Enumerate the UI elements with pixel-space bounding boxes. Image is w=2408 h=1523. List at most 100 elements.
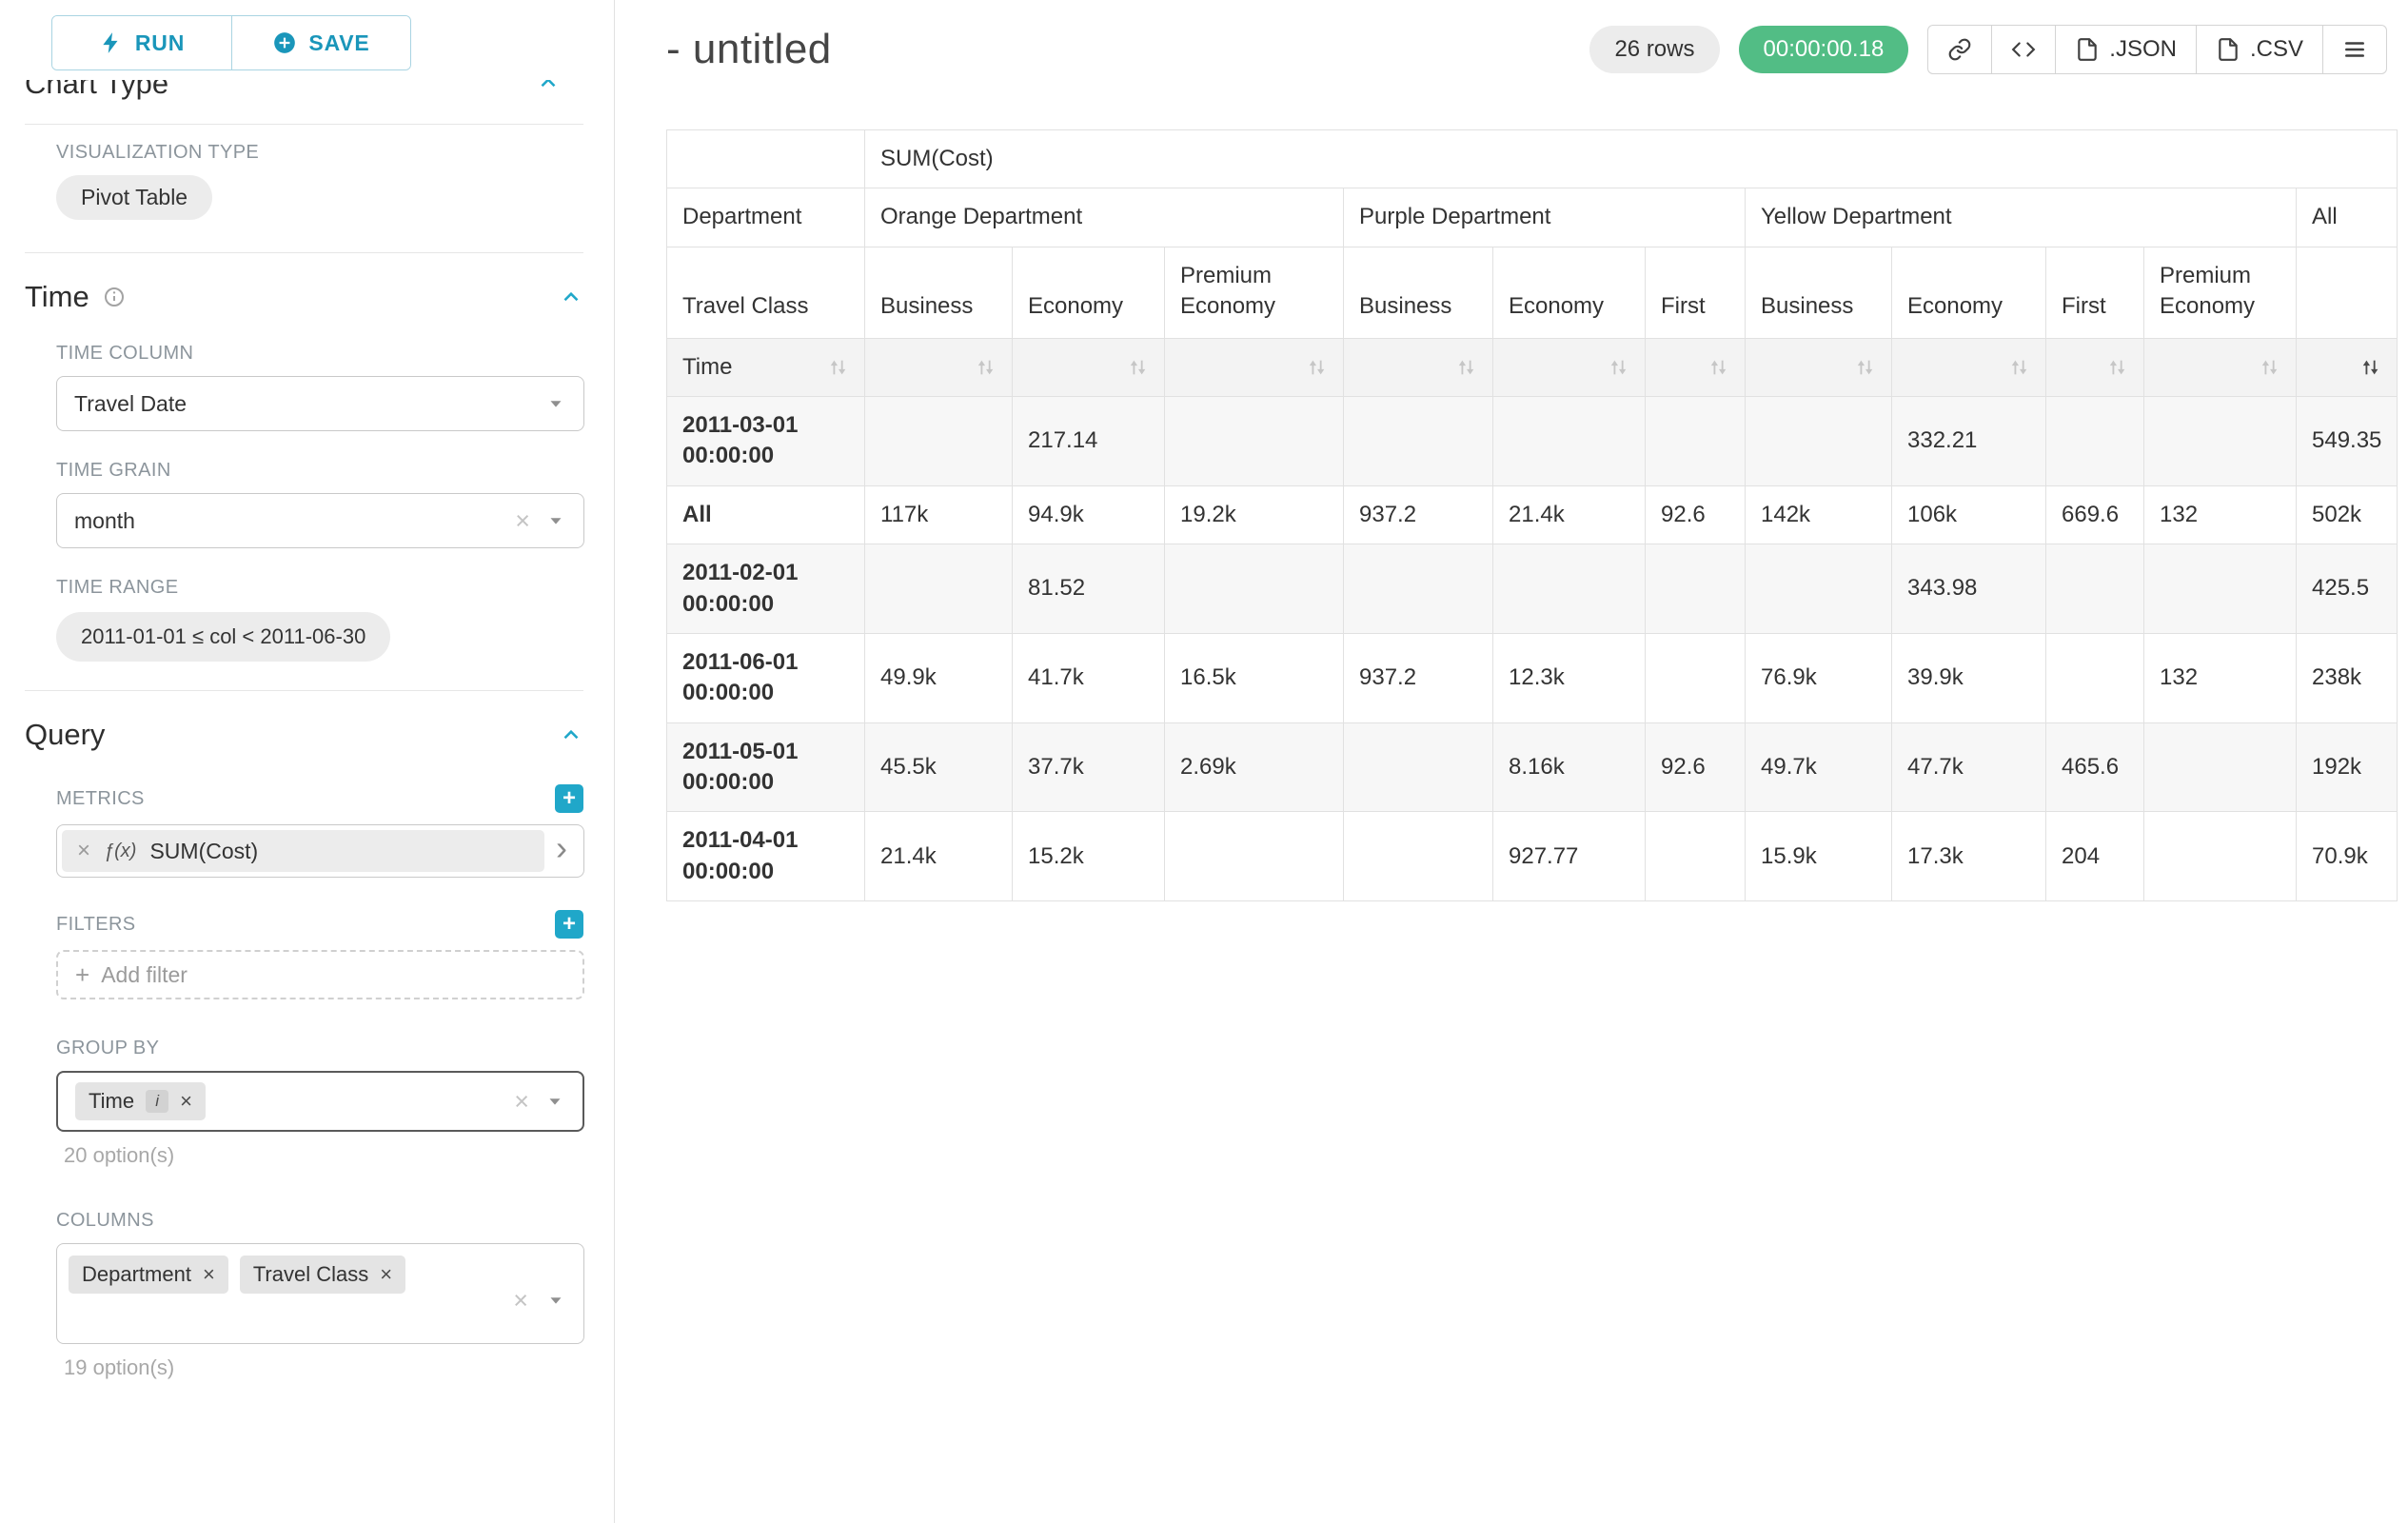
pivot-cell: 2.69k <box>1165 722 1344 812</box>
pivot-cell: 49.7k <box>1746 722 1892 812</box>
pivot-row: 2011-04-01 00:00:0021.4k15.2k927.7715.9k… <box>667 812 2398 901</box>
add-filter-plus-button[interactable]: + <box>555 910 583 939</box>
sort-icon[interactable] <box>1307 357 1328 378</box>
pivot-class-header: Economy <box>1892 247 2046 338</box>
remove-metric-icon[interactable]: × <box>77 840 90 862</box>
plus-icon: + <box>75 962 89 987</box>
pivot-row-header: 2011-02-01 00:00:00 <box>667 544 865 634</box>
pivot-cell <box>2046 633 2144 722</box>
columns-tag[interactable]: Travel Class × <box>240 1256 405 1294</box>
column-info-badge: i <box>146 1090 168 1113</box>
pivot-row: 2011-02-01 00:00:0081.52343.98425.5 <box>667 544 2398 634</box>
visualization-type-pill[interactable]: Pivot Table <box>56 175 212 220</box>
sort-icon[interactable] <box>2360 357 2381 378</box>
pivot-cell: 41.7k <box>1013 633 1165 722</box>
pivot-cell: 94.9k <box>1013 485 1165 544</box>
pivot-metric-header: SUM(Cost) <box>865 130 2398 188</box>
chevron-right-icon[interactable]: › <box>544 848 579 854</box>
sort-icon[interactable] <box>2107 357 2128 378</box>
pivot-department-label: Department <box>667 188 865 247</box>
chevron-up-icon[interactable] <box>536 80 561 95</box>
pivot-cell: 19.2k <box>1165 485 1344 544</box>
pivot-row-header: 2011-06-01 00:00:00 <box>667 633 865 722</box>
clear-icon[interactable]: × <box>515 508 530 534</box>
chart-title[interactable]: - untitled <box>666 26 832 73</box>
pivot-cell <box>1746 544 1892 634</box>
pivot-cell: 502k <box>2297 485 2398 544</box>
pivot-cell: 17.3k <box>1892 812 2046 901</box>
columns-tag-label: Department <box>82 1262 191 1287</box>
group-by-tag[interactable]: Time i × <box>75 1082 206 1120</box>
code-icon <box>2011 37 2036 62</box>
remove-tag-icon[interactable]: × <box>380 1264 392 1285</box>
sort-icon[interactable] <box>976 357 997 378</box>
time-section: TIME COLUMN Travel Date TIME GRAIN month… <box>25 343 583 662</box>
time-column-select[interactable]: Travel Date <box>56 376 584 431</box>
save-label: SAVE <box>308 30 369 56</box>
pivot-cell <box>2144 396 2297 485</box>
menu-button[interactable] <box>2322 25 2387 74</box>
sort-icon[interactable] <box>1708 357 1729 378</box>
pivot-table-container: SUM(Cost)DepartmentOrange DepartmentPurp… <box>666 129 2387 901</box>
pivot-sort-header <box>865 338 1013 396</box>
pivot-cell: 549.35 <box>2297 396 2398 485</box>
remove-tag-icon[interactable]: × <box>180 1091 192 1112</box>
download-json-button[interactable]: .JSON <box>2055 25 2197 74</box>
add-filter-button[interactable]: + Add filter <box>56 950 584 999</box>
clear-icon[interactable]: × <box>513 1288 528 1314</box>
pivot-sort-header <box>1646 338 1746 396</box>
columns-tag[interactable]: Department × <box>69 1256 228 1294</box>
pivot-row-header: 2011-05-01 00:00:00 <box>667 722 865 812</box>
run-button[interactable]: RUN <box>52 16 231 69</box>
pivot-cell: 37.7k <box>1013 722 1165 812</box>
pivot-class-header: First <box>2046 247 2144 338</box>
pivot-class-header: Economy <box>1013 247 1165 338</box>
collapse-time-section-icon[interactable] <box>559 285 583 309</box>
pivot-cell <box>2046 396 2144 485</box>
sort-icon[interactable] <box>2260 357 2280 378</box>
time-range-pill[interactable]: 2011-01-01 ≤ col < 2011-06-30 <box>56 612 390 662</box>
chevron-down-icon <box>545 510 566 531</box>
row-count-badge: 26 rows <box>1589 26 1719 73</box>
metric-field: × ƒ(x) SUM(Cost) › <box>56 824 584 878</box>
pivot-row-header: 2011-03-01 00:00:00 <box>667 396 865 485</box>
add-filter-label: Add filter <box>101 962 188 988</box>
pivot-cell <box>1646 812 1746 901</box>
sort-icon[interactable] <box>828 357 849 378</box>
pivot-class-header: Economy <box>1493 247 1646 338</box>
filters-label: FILTERS <box>56 914 136 936</box>
pivot-cell <box>1344 812 1493 901</box>
time-grain-label: TIME GRAIN <box>56 460 583 482</box>
file-icon <box>2075 37 2100 62</box>
metric-item[interactable]: × ƒ(x) SUM(Cost) <box>62 830 544 872</box>
time-grain-select[interactable]: month × <box>56 493 584 548</box>
pivot-table: SUM(Cost)DepartmentOrange DepartmentPurp… <box>666 129 2398 901</box>
group-by-select[interactable]: Time i × × <box>56 1071 584 1132</box>
pivot-cell <box>2144 544 2297 634</box>
pivot-row-header: All <box>667 485 865 544</box>
copy-link-button[interactable] <box>1927 25 1992 74</box>
pivot-sort-header <box>2297 338 2398 396</box>
pivot-cell <box>1493 544 1646 634</box>
sort-icon[interactable] <box>1855 357 1876 378</box>
columns-label: COLUMNS <box>56 1210 583 1232</box>
collapse-query-section-icon[interactable] <box>559 722 583 747</box>
clear-icon[interactable]: × <box>514 1089 529 1115</box>
pivot-cell <box>1646 633 1746 722</box>
sort-icon[interactable] <box>1609 357 1629 378</box>
sort-icon[interactable] <box>1128 357 1149 378</box>
pivot-cell: 15.9k <box>1746 812 1892 901</box>
columns-select[interactable]: Department × Travel Class × × <box>56 1243 584 1344</box>
download-csv-button[interactable]: .CSV <box>2196 25 2323 74</box>
pivot-cell: 81.52 <box>1013 544 1165 634</box>
save-button[interactable]: SAVE <box>231 16 410 69</box>
chart-type-section-header: Chart Type <box>25 80 583 109</box>
sort-icon[interactable] <box>2009 357 2030 378</box>
pivot-cell: 204 <box>2046 812 2144 901</box>
remove-tag-icon[interactable]: × <box>203 1264 215 1285</box>
pivot-cell: 927.77 <box>1493 812 1646 901</box>
add-metric-button[interactable]: + <box>555 784 583 813</box>
sort-icon[interactable] <box>1456 357 1477 378</box>
info-icon <box>103 286 126 308</box>
view-query-button[interactable] <box>1991 25 2056 74</box>
